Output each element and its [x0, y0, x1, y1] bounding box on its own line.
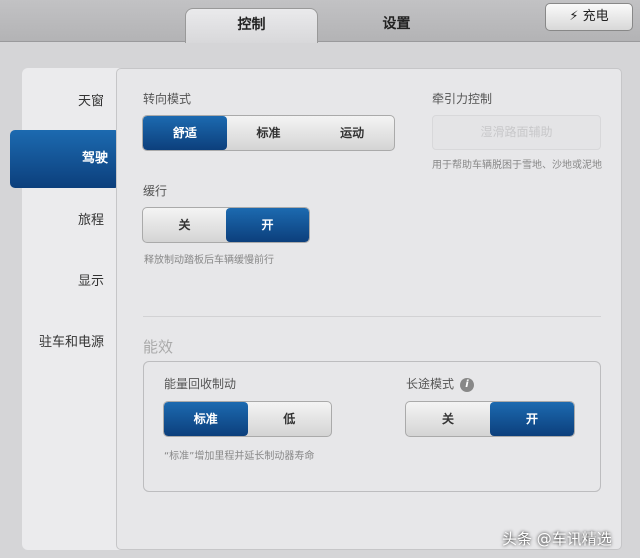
- divider: [143, 316, 601, 317]
- range-mode-label-row: 长途模式 i: [406, 375, 475, 392]
- creep-description: 释放制动踏板后车辆缓慢前行: [144, 255, 274, 266]
- sidebar-item-sunroof[interactable]: 天窗: [14, 90, 104, 109]
- top-bar: [0, 0, 640, 42]
- steering-label: 转向模式: [143, 92, 192, 106]
- creep-on[interactable]: 开: [226, 208, 309, 242]
- creep-off[interactable]: 关: [143, 208, 226, 242]
- tab-controls[interactable]: 控制: [185, 8, 318, 43]
- sidebar-item-display[interactable]: 显示: [14, 270, 104, 289]
- info-icon[interactable]: i: [460, 377, 475, 392]
- traction-description: 用于帮助车辆脱困于雪地、沙地或泥地: [432, 160, 602, 171]
- steering-standard[interactable]: 标准: [227, 116, 311, 150]
- sidebar-item-driving[interactable]: 驾驶: [10, 130, 120, 188]
- regen-description: “标准”增加里程并延长制动器寿命: [164, 451, 315, 462]
- charge-label: 充电: [582, 9, 609, 24]
- lightning-icon: ⚡: [569, 9, 579, 24]
- creep-label: 缓行: [143, 184, 168, 198]
- steering-sport[interactable]: 运动: [310, 116, 394, 150]
- regen-low[interactable]: 低: [248, 402, 332, 436]
- range-mode-off[interactable]: 关: [406, 402, 490, 436]
- traction-label: 牵引力控制: [432, 92, 493, 106]
- range-mode-label: 长途模式: [406, 377, 455, 391]
- sidebar-item-parking-power[interactable]: 驻车和电源: [14, 331, 104, 350]
- efficiency-title: 能效: [143, 338, 174, 356]
- steering-mode-selector: 舒适 标准 运动: [142, 115, 395, 151]
- sidebar-item-trip[interactable]: 旅程: [14, 209, 104, 228]
- slip-assist-button[interactable]: 湿滑路面辅助: [432, 115, 601, 150]
- regen-selector: 标准 低: [163, 401, 332, 437]
- tab-settings[interactable]: 设置: [330, 8, 463, 43]
- regen-standard[interactable]: 标准: [164, 402, 248, 436]
- steering-comfort[interactable]: 舒适: [143, 116, 227, 150]
- range-mode-toggle: 关 开: [405, 401, 575, 437]
- range-mode-on[interactable]: 开: [490, 402, 574, 436]
- creep-toggle: 关 开: [142, 207, 310, 243]
- charge-button[interactable]: ⚡ 充电: [545, 3, 633, 31]
- regen-label: 能量回收制动: [164, 377, 237, 391]
- watermark: 头条 @车讯精选: [502, 530, 612, 548]
